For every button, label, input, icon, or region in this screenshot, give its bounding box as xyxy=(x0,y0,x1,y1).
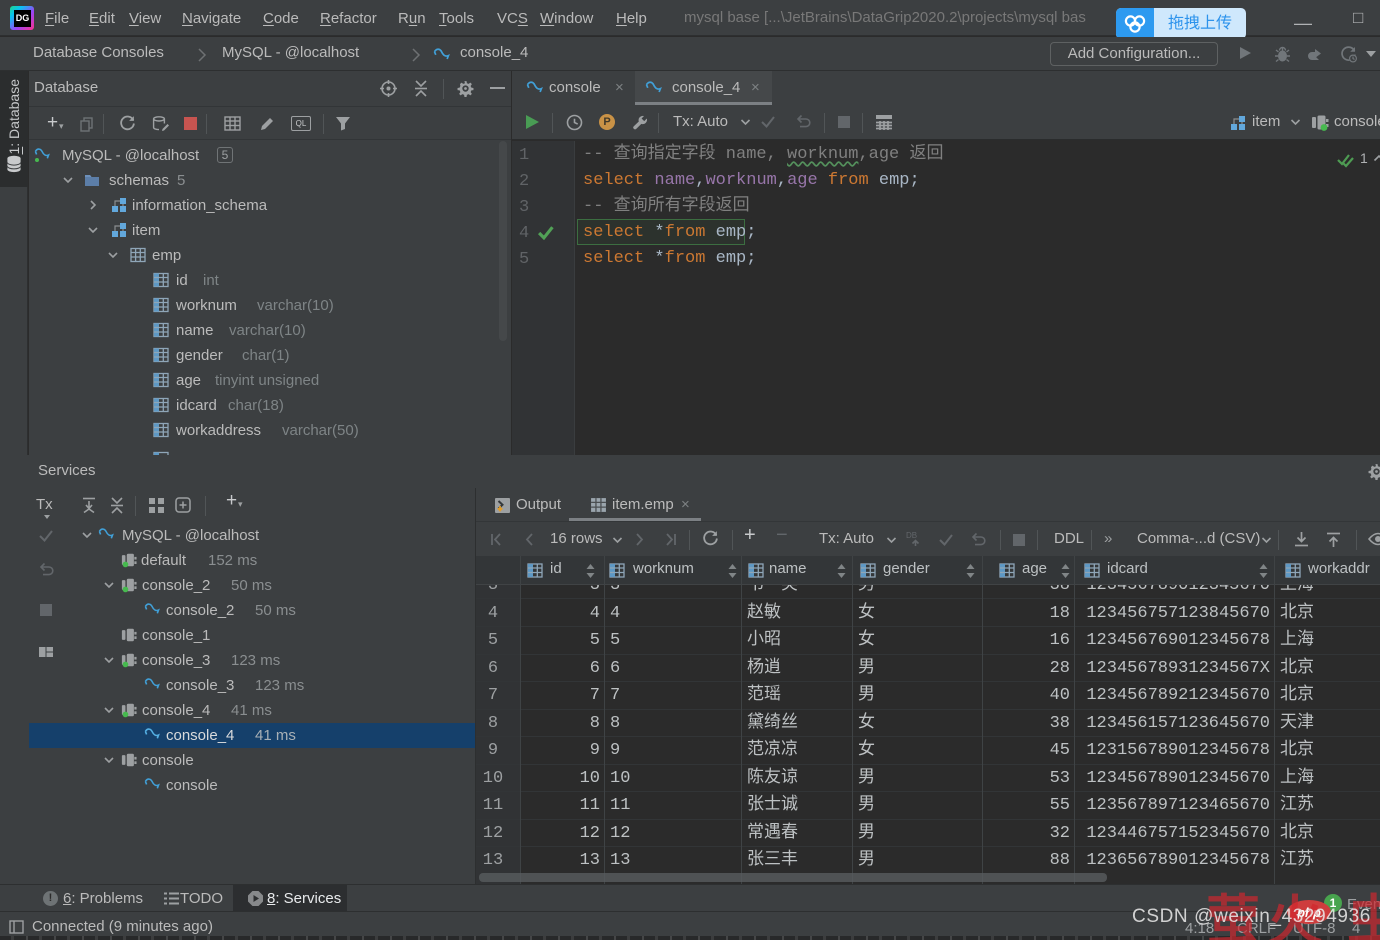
svg-text:DB: DB xyxy=(906,531,917,540)
